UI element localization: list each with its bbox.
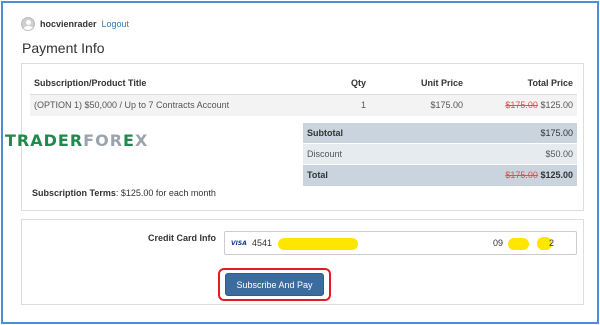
subscription-terms: Subscription Terms: $125.00 for each mon… <box>32 188 216 198</box>
watermark-part-b: FOR <box>83 131 124 150</box>
watermark-part-d: X <box>134 131 149 150</box>
redaction-mark <box>508 238 529 250</box>
col-qty: Qty <box>330 72 370 95</box>
logout-link[interactable]: Logout <box>102 19 130 29</box>
totals-table: Subtotal $175.00 Discount $50.00 Total $… <box>303 122 577 186</box>
avatar <box>21 17 35 31</box>
total-value-cell: $175.00 $125.00 <box>403 164 577 186</box>
total-original: $175.00 <box>505 170 538 181</box>
product-title: (OPTION 1) $50,000 / Up to 7 Contracts A… <box>30 94 330 116</box>
subtotal-label: Subtotal <box>303 122 404 144</box>
user-bar: hocvienrader Logout <box>21 17 129 31</box>
page-title: Payment Info <box>22 40 105 56</box>
col-total-price: Total Price <box>467 72 577 95</box>
product-qty: 1 <box>330 94 370 116</box>
subscribe-and-pay-button[interactable]: Subscribe And Pay <box>225 273 324 296</box>
redaction-mark <box>278 238 358 250</box>
terms-label: Subscription Terms <box>32 188 116 198</box>
items-table-header: Subscription/Product Title Qty Unit Pric… <box>30 72 577 95</box>
subtotal-value: $175.00 <box>403 122 577 144</box>
credit-card-label: Credit Card Info <box>148 233 217 243</box>
discount-label: Discount <box>303 143 404 165</box>
credit-card-field[interactable]: VISA 4541 09 2 <box>224 231 577 255</box>
col-unit-price: Unit Price <box>370 72 467 95</box>
product-unit-price: $175.00 <box>370 94 467 116</box>
username: hocvienrader <box>40 19 97 29</box>
expiry-prefix: 09 <box>493 238 504 248</box>
order-summary-panel: Subscription/Product Title Qty Unit Pric… <box>5 63 584 211</box>
total-row: Total $175.00 $125.00 <box>303 164 577 186</box>
watermark-part-a: TRADER <box>5 131 84 150</box>
terms-value: : $125.00 for each month <box>115 188 216 198</box>
product-total-price-cell: $175.00 $125.00 <box>467 94 577 116</box>
watermark-part-c: E <box>123 131 135 150</box>
card-number-prefix: 4541 <box>252 238 273 248</box>
col-title: Subscription/Product Title <box>30 72 330 95</box>
page-frame: hocvienrader Logout Payment Info Subscri… <box>1 1 599 324</box>
original-total-price: $175.00 <box>505 100 538 111</box>
table-row: (OPTION 1) $50,000 / Up to 7 Contracts A… <box>30 94 577 116</box>
payment-panel: Credit Card Info VISA 4541 09 2 Subscrib… <box>21 219 584 305</box>
subtotal-row: Subtotal $175.00 <box>303 122 577 144</box>
discount-value: $50.00 <box>403 143 577 165</box>
discounted-total-price: $125.00 <box>540 100 573 111</box>
watermark-logo: TRADER FOR E X <box>5 131 148 150</box>
total-value: $125.00 <box>540 170 573 181</box>
total-label: Total <box>303 164 404 186</box>
cvv-suffix: 2 <box>549 238 555 248</box>
visa-icon: VISA <box>231 240 247 247</box>
discount-row: Discount $50.00 <box>303 143 577 165</box>
items-table: Subscription/Product Title Qty Unit Pric… <box>30 72 577 116</box>
